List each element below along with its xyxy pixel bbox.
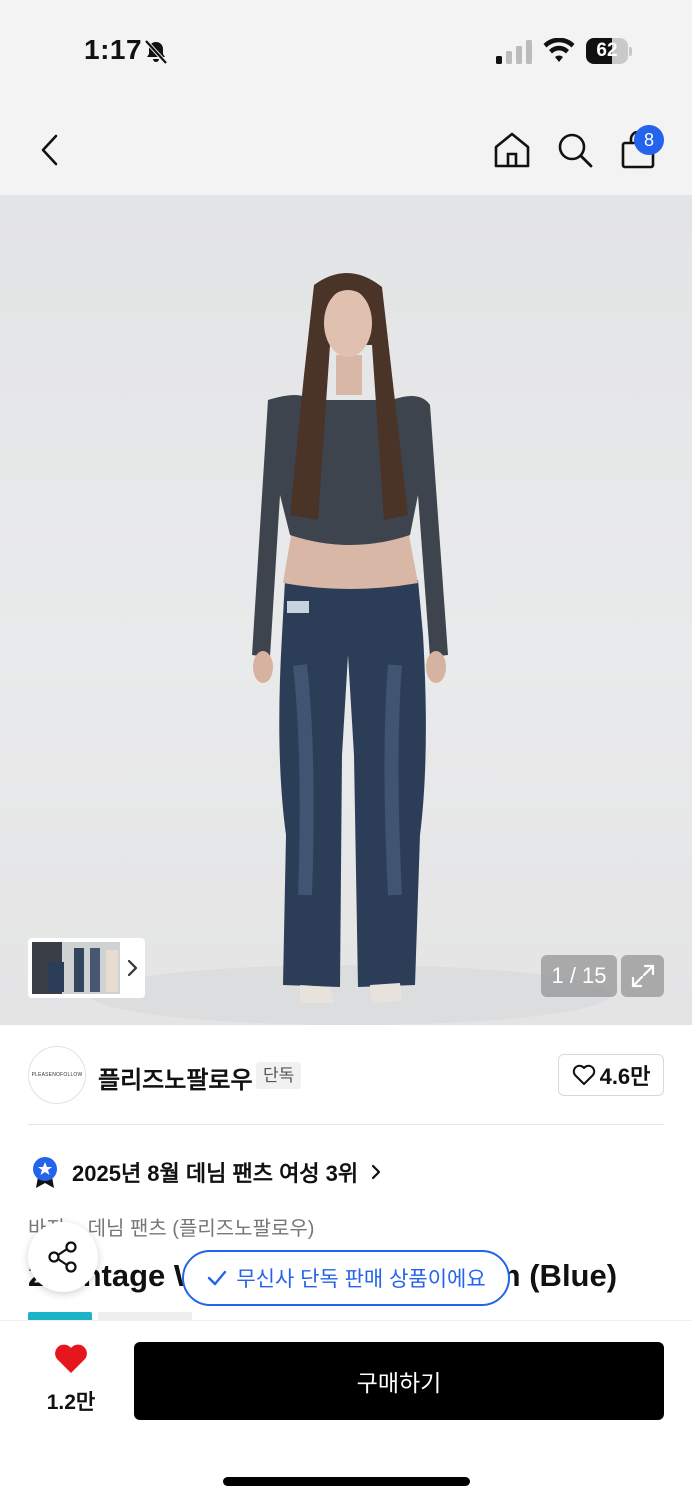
brand-logo[interactable]: PLEASENOFOLLOW: [28, 1046, 86, 1104]
ranking-row[interactable]: 2025년 8월 데님 팬츠 여성 3위: [30, 1152, 386, 1192]
chevron-left-icon: [41, 134, 58, 166]
exclusive-notice-tooltip: 무신사 단독 판매 상품이에요: [182, 1250, 510, 1306]
brand-name[interactable]: 플리즈노팔로우: [98, 1060, 253, 1095]
exclusive-tag: 단독: [256, 1062, 302, 1089]
product-image[interactable]: [0, 195, 692, 1025]
chevron-right-icon: [127, 959, 138, 977]
top-nav: [0, 100, 692, 195]
wishlist-button[interactable]: 1.2만: [36, 1343, 106, 1416]
heart-filled-icon: [55, 1344, 87, 1373]
ranking-medal-icon: [33, 1157, 57, 1188]
share-icon: [48, 1241, 77, 1273]
image-counter: 1 / 15: [541, 955, 617, 997]
expand-button[interactable]: [621, 955, 664, 997]
bell-slash-icon: [144, 39, 168, 65]
wifi-icon: [543, 38, 575, 62]
status-time: 1:17: [84, 34, 143, 65]
model-photo: [90, 272, 610, 1025]
thumbnail-image: [32, 942, 120, 994]
brand-like-count: 4.6만: [599, 1064, 651, 1089]
wishlist-count: 1.2만: [46, 1391, 96, 1414]
buy-button[interactable]: 구매하기: [134, 1342, 664, 1420]
home-icon: [494, 132, 530, 168]
brand-like-button[interactable]: 4.6만: [558, 1054, 664, 1096]
brand-logo-text: PLEASENOFOLLOW: [31, 1072, 83, 1078]
cart-count-badge: 8: [634, 125, 664, 155]
battery-indicator: 62: [586, 38, 632, 64]
ranking-text: 2025년 8월 데님 팬츠 여성 3위: [72, 1161, 359, 1186]
status-bar: 1:17 62: [0, 0, 692, 100]
back-button[interactable]: [26, 126, 74, 174]
chevron-right-icon: [372, 1164, 381, 1180]
heart-outline-icon: [572, 1064, 595, 1085]
brand-row: PLEASENOFOLLOW 플리즈노팔로우 단독 4.6만: [28, 1046, 664, 1104]
home-button[interactable]: [488, 126, 536, 174]
exclusive-notice-text: 무신사 단독 판매 상품이에요: [236, 1268, 486, 1291]
search-icon: [558, 133, 593, 168]
home-indicator: [223, 1477, 470, 1486]
check-icon: [208, 1270, 227, 1286]
bottom-action-bar: 1.2만 구매하기: [0, 1320, 692, 1500]
divider: [28, 1124, 664, 1125]
cellular-signal-icon: [496, 40, 532, 64]
expand-icon: [631, 964, 654, 988]
thumbnail-strip[interactable]: [28, 938, 145, 998]
battery-percent: 62: [596, 40, 618, 61]
search-button[interactable]: [551, 126, 599, 174]
share-button[interactable]: [28, 1222, 98, 1292]
